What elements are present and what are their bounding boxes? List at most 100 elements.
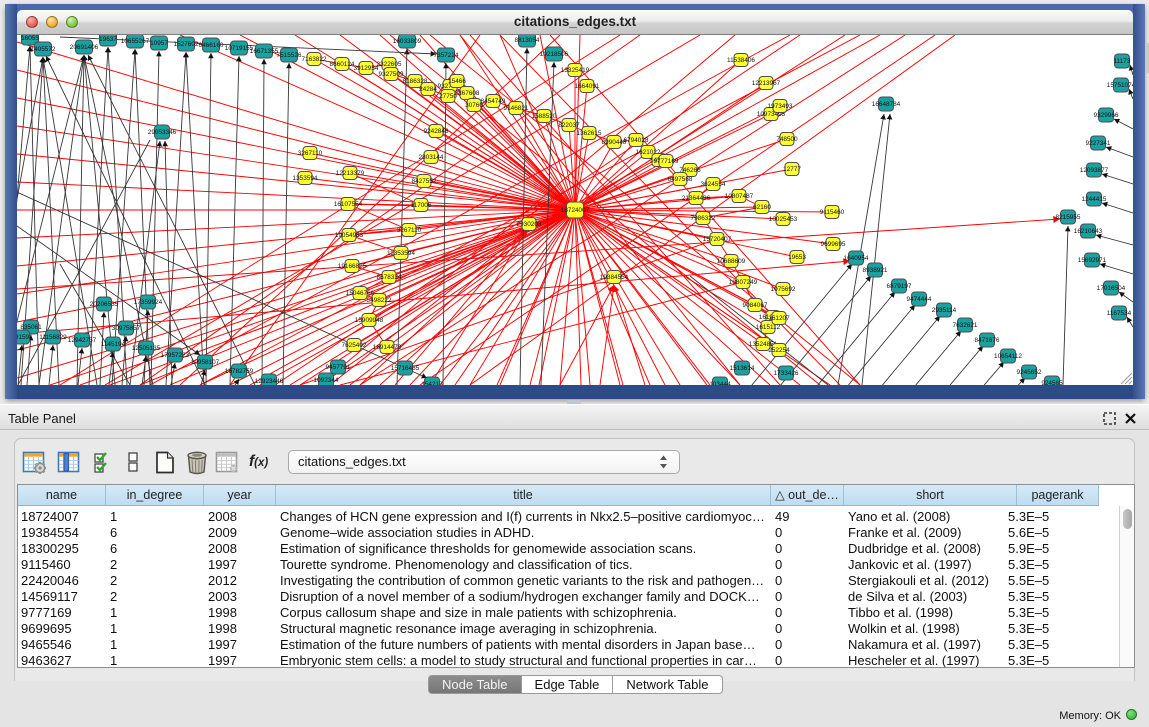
svg-text:1527602: 1527602 bbox=[174, 41, 199, 48]
svg-text:9327509: 9327509 bbox=[379, 71, 404, 78]
svg-text:7163822: 7163822 bbox=[302, 56, 327, 63]
svg-text:9115460: 9115460 bbox=[820, 209, 845, 216]
svg-text:62160: 62160 bbox=[753, 204, 771, 211]
svg-text:16033809: 16033809 bbox=[393, 38, 422, 45]
svg-text:7986322: 7986322 bbox=[691, 215, 716, 222]
svg-text:12093877: 12093877 bbox=[1080, 167, 1109, 174]
svg-text:1588520: 1588520 bbox=[532, 113, 557, 120]
svg-text:8678334: 8678334 bbox=[377, 274, 402, 281]
svg-text:9245652: 9245652 bbox=[1017, 369, 1042, 376]
svg-text:1973493: 1973493 bbox=[768, 103, 793, 110]
svg-text:8215955: 8215955 bbox=[1056, 214, 1081, 221]
svg-text:15720407: 15720407 bbox=[703, 236, 732, 243]
svg-text:2935114: 2935114 bbox=[932, 307, 957, 314]
svg-text:924565: 924565 bbox=[1041, 380, 1063, 385]
svg-text:20206535: 20206535 bbox=[90, 301, 119, 308]
svg-text:20691406: 20691406 bbox=[70, 44, 99, 51]
svg-text:30760: 30760 bbox=[465, 102, 483, 109]
svg-text:12923446: 12923446 bbox=[255, 378, 284, 385]
svg-text:15751074: 15751074 bbox=[1107, 82, 1133, 89]
svg-text:1353594: 1353594 bbox=[293, 175, 318, 182]
svg-text:17016504: 17016504 bbox=[1097, 285, 1126, 292]
svg-text:252254: 252254 bbox=[768, 347, 790, 354]
svg-text:1640954: 1640954 bbox=[844, 255, 869, 262]
svg-text:16914479: 16914479 bbox=[373, 344, 402, 351]
svg-text:12213379: 12213379 bbox=[336, 170, 365, 177]
svg-text:8938921: 8938921 bbox=[863, 267, 888, 274]
svg-text:15046766: 15046766 bbox=[346, 290, 375, 297]
svg-text:1733426: 1733426 bbox=[774, 370, 799, 377]
svg-text:30975857: 30975857 bbox=[112, 325, 141, 332]
svg-text:13325419: 13325419 bbox=[561, 67, 590, 74]
svg-text:19166825: 19166825 bbox=[338, 263, 367, 270]
svg-text:24284: 24284 bbox=[419, 86, 437, 93]
svg-text:10655267: 10655267 bbox=[121, 38, 150, 45]
svg-text:16210643: 16210643 bbox=[1074, 228, 1103, 235]
svg-text:12942757: 12942757 bbox=[68, 337, 97, 344]
svg-text:16055: 16055 bbox=[21, 35, 39, 42]
svg-text:7625402: 7625402 bbox=[342, 342, 367, 349]
svg-text:12213967: 12213967 bbox=[752, 80, 781, 87]
svg-text:1145194: 1145194 bbox=[101, 341, 126, 348]
svg-text:5498222: 5498222 bbox=[367, 297, 392, 304]
svg-text:11173: 11173 bbox=[1114, 58, 1131, 65]
svg-text:161207: 161207 bbox=[768, 315, 790, 322]
svg-text:9329966: 9329966 bbox=[1094, 112, 1119, 119]
svg-text:822037: 822037 bbox=[558, 122, 580, 129]
svg-text:1244415: 1244415 bbox=[1082, 196, 1107, 203]
svg-text:15716485: 15716485 bbox=[391, 365, 420, 372]
svg-text:1405572: 1405572 bbox=[31, 46, 56, 53]
svg-text:1167534: 1167534 bbox=[1107, 310, 1132, 317]
svg-text:6879197: 6879197 bbox=[887, 283, 912, 290]
svg-text:1362615: 1362615 bbox=[577, 130, 602, 137]
svg-text:6794028: 6794028 bbox=[624, 137, 649, 144]
svg-text:19637: 19637 bbox=[99, 36, 117, 43]
svg-text:2803144: 2803144 bbox=[419, 154, 444, 161]
svg-text:9084067: 9084067 bbox=[743, 302, 768, 309]
svg-text:8454749: 8454749 bbox=[481, 98, 506, 105]
svg-text:15692971: 15692971 bbox=[1078, 257, 1107, 264]
svg-text:17957223: 17957223 bbox=[161, 352, 190, 359]
svg-text:3267110: 3267110 bbox=[397, 227, 422, 234]
svg-text:19054983: 19054983 bbox=[335, 232, 364, 239]
svg-text:3267110: 3267110 bbox=[298, 150, 323, 157]
svg-text:9474444: 9474444 bbox=[907, 296, 932, 303]
svg-text:9457791: 9457791 bbox=[326, 364, 351, 371]
svg-text:154213: 154213 bbox=[421, 381, 443, 385]
svg-text:748500: 748500 bbox=[776, 136, 798, 143]
svg-text:3624554: 3624554 bbox=[701, 181, 726, 188]
svg-text:18724007: 18724007 bbox=[561, 207, 590, 214]
svg-text:11156829: 11156829 bbox=[39, 334, 67, 341]
svg-text:10807487: 10807487 bbox=[725, 193, 754, 200]
svg-text:2867608: 2867608 bbox=[455, 90, 480, 97]
svg-text:12505135: 12505135 bbox=[132, 345, 161, 352]
svg-text:3912954: 3912954 bbox=[354, 65, 379, 72]
svg-text:1075692: 1075692 bbox=[771, 286, 796, 293]
svg-text:16107554: 16107554 bbox=[334, 201, 363, 208]
svg-text:1615112: 1615112 bbox=[756, 324, 781, 331]
svg-text:10654112: 10654112 bbox=[994, 353, 1022, 360]
svg-text:8427552: 8427552 bbox=[412, 178, 437, 185]
svg-text:10688609: 10688609 bbox=[717, 258, 746, 265]
svg-text:8813054: 8813054 bbox=[515, 37, 540, 44]
svg-text:29053346: 29053346 bbox=[148, 129, 177, 136]
svg-text:19218506: 19218506 bbox=[540, 51, 569, 58]
svg-text:1664091: 1664091 bbox=[575, 83, 600, 90]
svg-text:21364436: 21364436 bbox=[682, 195, 711, 202]
svg-text:16782759: 16782759 bbox=[225, 368, 254, 375]
svg-text:7515526: 7515526 bbox=[277, 52, 302, 59]
svg-text:8471676: 8471676 bbox=[975, 337, 1000, 344]
svg-text:19653: 19653 bbox=[788, 254, 806, 261]
svg-text:7357224: 7357224 bbox=[434, 52, 459, 59]
svg-text:10957: 10957 bbox=[150, 40, 168, 47]
svg-text:11353594: 11353594 bbox=[387, 250, 415, 257]
svg-text:15909948: 15909948 bbox=[355, 317, 384, 324]
svg-text:9242848: 9242848 bbox=[424, 128, 449, 135]
svg-text:1513614: 1513614 bbox=[730, 365, 755, 372]
svg-text:16648784: 16648784 bbox=[872, 101, 901, 108]
svg-text:9699695: 9699695 bbox=[821, 241, 846, 248]
svg-text:2930203: 2930203 bbox=[517, 221, 542, 228]
svg-text:12777: 12777 bbox=[783, 166, 801, 173]
svg-text:17359924: 17359924 bbox=[134, 299, 163, 306]
svg-text:9227341: 9227341 bbox=[1086, 140, 1111, 147]
